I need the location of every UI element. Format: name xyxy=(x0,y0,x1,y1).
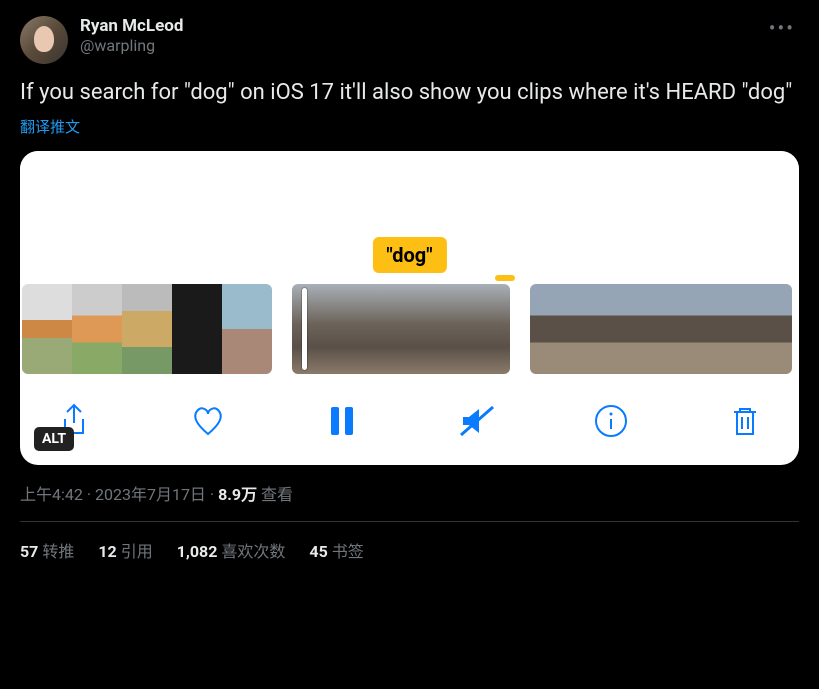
media-toolbar xyxy=(20,383,799,465)
author-block: Ryan McLeod @warpling xyxy=(80,16,765,55)
info-icon[interactable] xyxy=(593,403,629,439)
tweet-meta: 上午4:42 · 2023年7月17日 · 8.9万 查看 xyxy=(20,481,799,505)
quotes-count: 12 xyxy=(98,542,116,561)
retweets-count: 57 xyxy=(20,542,38,561)
retweets-label: 转推 xyxy=(42,542,74,561)
bookmarks-label: 书签 xyxy=(332,542,364,561)
retweets-stat[interactable]: 57转推 xyxy=(20,538,74,562)
more-button[interactable]: ••• xyxy=(765,16,799,40)
tweet-date[interactable]: 2023年7月17日 xyxy=(95,485,206,504)
likes-label: 喜欢次数 xyxy=(221,542,285,561)
playhead[interactable] xyxy=(302,288,307,370)
tweet-container: Ryan McLeod @warpling ••• If you search … xyxy=(0,0,819,578)
divider xyxy=(20,521,799,522)
alt-badge[interactable]: ALT xyxy=(34,427,74,451)
quotes-stat[interactable]: 12 引用 xyxy=(98,538,152,562)
quotes-label: 引用 xyxy=(121,542,153,561)
author-handle[interactable]: @warpling xyxy=(80,36,765,55)
likes-stat[interactable]: 1,082喜欢次数 xyxy=(177,538,286,562)
tweet-header: Ryan McLeod @warpling ••• xyxy=(20,16,799,64)
avatar[interactable] xyxy=(20,16,68,64)
tweet-time[interactable]: 上午4:42 xyxy=(20,485,83,504)
tweet-text: If you search for "dog" on iOS 17 it'll … xyxy=(20,78,799,108)
media-card[interactable]: "dog" xyxy=(20,151,799,465)
translate-link[interactable]: 翻译推文 xyxy=(20,116,799,137)
media-top-area: "dog" xyxy=(20,151,799,281)
search-term-badge: "dog" xyxy=(372,237,446,273)
views-label: 查看 xyxy=(261,485,293,504)
video-clip[interactable] xyxy=(530,284,792,374)
likes-count: 1,082 xyxy=(177,542,218,561)
trash-icon[interactable] xyxy=(727,403,763,439)
pause-icon[interactable] xyxy=(324,403,360,439)
timeline-marker xyxy=(495,275,515,281)
video-clip[interactable] xyxy=(22,284,272,374)
video-timeline[interactable] xyxy=(20,281,799,383)
mute-icon[interactable] xyxy=(459,403,495,439)
bookmarks-count: 45 xyxy=(309,542,327,561)
heart-icon[interactable] xyxy=(190,403,226,439)
video-clip[interactable] xyxy=(292,284,510,374)
views-count: 8.9万 xyxy=(218,485,257,504)
tweet-stats: 57转推 12 引用 1,082喜欢次数 45 书签 xyxy=(20,538,799,562)
bookmarks-stat[interactable]: 45 书签 xyxy=(309,538,363,562)
display-name[interactable]: Ryan McLeod xyxy=(80,16,765,36)
